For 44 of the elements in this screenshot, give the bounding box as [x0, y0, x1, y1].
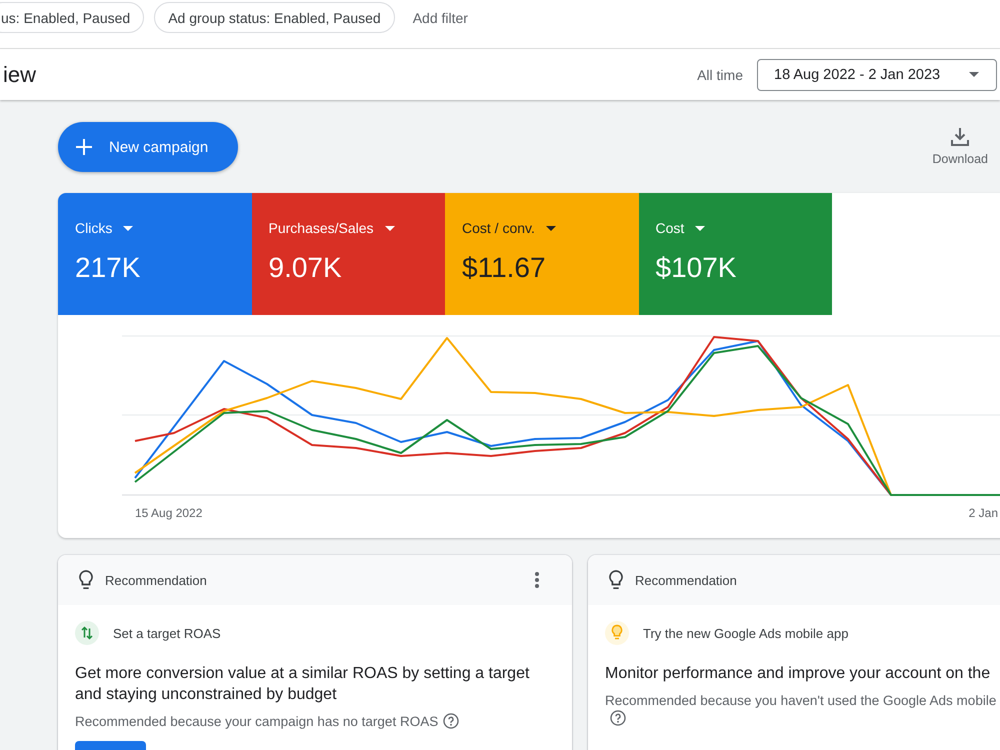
filter-chip[interactable]: us: Enabled, Paused	[0, 2, 144, 33]
help-icon[interactable]	[443, 713, 460, 729]
page-title: iew	[3, 62, 36, 88]
metric-value: $11.67	[462, 251, 546, 285]
caret-icon	[969, 72, 979, 77]
lightbulb-icon	[609, 570, 623, 590]
axis-date-label: 2 Jan	[968, 506, 998, 520]
new-campaign-button[interactable]: New campaign	[58, 122, 238, 172]
recommendation-headline: Get more conversion value at a similar ROAS by setting a target and staying unconstrained by budget	[75, 664, 530, 705]
metric-value: 217K	[75, 251, 140, 285]
help-icon[interactable]	[610, 710, 626, 726]
card-title: Recommendation	[105, 572, 207, 588]
metric-value: $107K	[656, 251, 736, 285]
recommendation-type: Set a target ROAS	[113, 626, 221, 640]
download-icon	[951, 128, 970, 146]
axis-date-label: 15 Aug 2022	[135, 506, 202, 520]
caret-icon	[384, 226, 395, 230]
caret-icon	[546, 226, 556, 230]
recommendation-reason: Recommended because your campaign has no target ROAS	[75, 714, 438, 729]
metric-label: Clicks	[75, 220, 112, 236]
metric-label: Cost / conv.	[462, 220, 535, 236]
recommendation-reason: Recommended because you haven't used the Google Ads mobile	[605, 693, 996, 708]
filter-chip[interactable]: Ad group status: Enabled, Paused	[154, 2, 395, 33]
date-preset-label: All time	[697, 66, 743, 82]
date-range-dropdown[interactable]: 18 Aug 2022 - 2 Jan 2023	[757, 58, 997, 90]
download-button[interactable]: Download	[930, 122, 990, 166]
up-down-arrows-icon	[75, 621, 99, 645]
add-filter-button[interactable]: Add filter	[408, 2, 472, 33]
metric-tile[interactable]: Cost $107K	[638, 193, 832, 315]
caret-icon	[695, 226, 706, 230]
recommendation-type: Try the new Google Ads mobile app	[643, 626, 848, 640]
plus-icon	[76, 139, 92, 155]
more-options-icon[interactable]	[535, 572, 539, 588]
lightbulb-icon	[605, 621, 629, 645]
metric-tile[interactable]: Cost / conv. $11.67	[445, 193, 638, 315]
metric-tile[interactable]: Purchases/Sales 9.07K	[252, 193, 445, 315]
card-title: Recommendation	[635, 572, 737, 588]
metric-tile[interactable]: Clicks 217K	[58, 193, 252, 315]
recommendation-headline: Monitor performance and improve your account on the	[605, 664, 992, 684]
caret-icon	[123, 226, 134, 230]
metric-label: Purchases/Sales	[268, 220, 374, 236]
lightbulb-icon	[79, 570, 93, 590]
metric-label: Cost	[656, 220, 684, 236]
metric-value: 9.07K	[268, 251, 342, 285]
